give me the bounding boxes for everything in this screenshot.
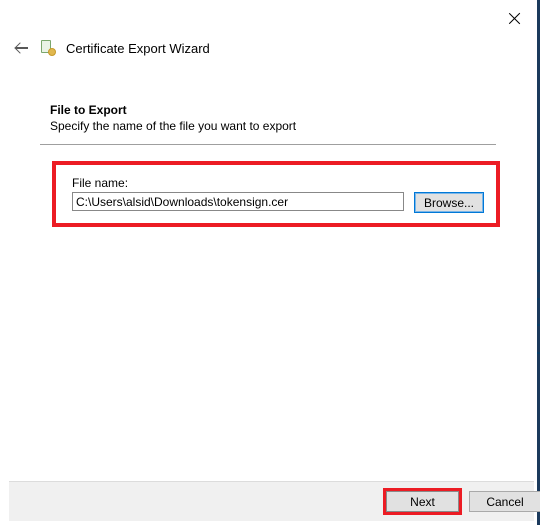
- filename-input[interactable]: [72, 192, 404, 211]
- close-icon[interactable]: [508, 12, 522, 26]
- browse-button[interactable]: Browse...: [414, 192, 484, 213]
- divider: [40, 144, 496, 145]
- filename-label: File name:: [72, 176, 128, 190]
- section-header: File to Export Specify the name of the f…: [50, 103, 296, 133]
- section-subtext: Specify the name of the file you want to…: [50, 119, 296, 133]
- back-arrow-icon[interactable]: [14, 42, 30, 54]
- certificate-icon: [40, 40, 56, 56]
- wizard-header: Certificate Export Wizard: [14, 40, 210, 56]
- next-button[interactable]: Next: [386, 491, 459, 512]
- next-highlight: Next: [383, 488, 462, 515]
- wizard-footer: Next Cancel: [9, 481, 534, 521]
- section-heading: File to Export: [50, 103, 296, 117]
- wizard-title: Certificate Export Wizard: [66, 41, 210, 56]
- cancel-button[interactable]: Cancel: [469, 491, 540, 512]
